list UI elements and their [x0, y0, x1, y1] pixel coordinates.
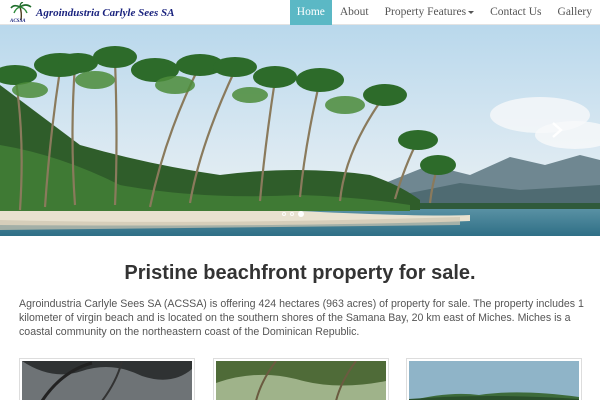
nav-contact-us[interactable]: Contact Us: [482, 0, 549, 25]
page-headline: Pristine beachfront property for sale.: [124, 262, 476, 284]
thumbnail-image: [409, 361, 579, 400]
main-nav: Home About Property Features Contact Us …: [289, 0, 600, 25]
thumbnail-image: [22, 361, 192, 400]
chevron-right-icon[interactable]: [550, 121, 564, 139]
thumbnail-card[interactable]: [213, 358, 389, 400]
navbar: ACSSA Agroindustria Carlyle Sees SA Home…: [0, 0, 600, 25]
caret-down-icon: [468, 10, 475, 14]
nav-about[interactable]: About: [332, 0, 377, 25]
palm-tree-logo-icon: ACSSA: [10, 1, 34, 24]
nav-property-features[interactable]: Property Features: [377, 0, 482, 25]
carousel-indicator[interactable]: [290, 212, 294, 216]
carousel-indicator-active[interactable]: [298, 211, 304, 217]
thumbnail-card[interactable]: [406, 358, 582, 400]
logo-text: ACSSA: [10, 18, 26, 24]
thumbnail-row: [0, 358, 600, 400]
nav-home[interactable]: Home: [289, 0, 332, 25]
nav-property-features-label: Property Features: [384, 6, 467, 18]
intro-paragraph: Agroindustria Carlyle Sees SA (ACSSA) is…: [19, 298, 584, 338]
thumbnail-card[interactable]: [19, 358, 195, 400]
carousel-indicators: [282, 211, 304, 217]
beach-palm-photo: [0, 25, 600, 236]
brand-link[interactable]: ACSSA Agroindustria Carlyle Sees SA: [10, 1, 174, 24]
brand-name: Agroindustria Carlyle Sees SA: [36, 6, 175, 19]
hero-carousel[interactable]: [0, 25, 600, 236]
thumbnail-image: [216, 361, 386, 400]
carousel-indicator[interactable]: [282, 212, 286, 216]
nav-gallery[interactable]: Gallery: [550, 0, 600, 25]
